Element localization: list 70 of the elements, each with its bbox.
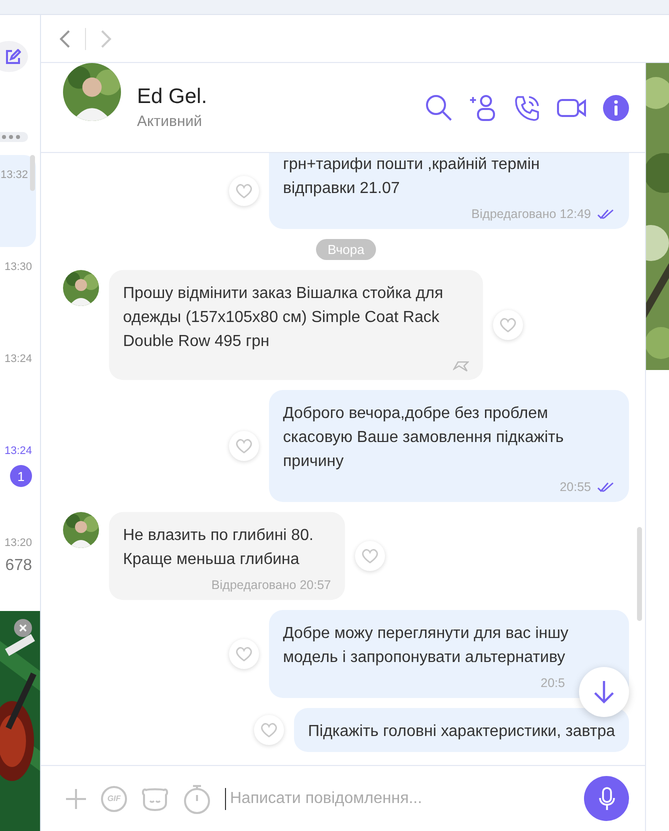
message-time: 20:5 xyxy=(540,676,565,690)
message-time: Відредаговано 20:57 xyxy=(211,578,331,592)
back-icon xyxy=(59,28,71,48)
call-button[interactable] xyxy=(513,94,541,122)
arrow-down-icon xyxy=(593,680,615,704)
reply-icon[interactable] xyxy=(453,360,469,372)
back-button[interactable] xyxy=(59,28,71,48)
compose-button[interactable] xyxy=(0,41,28,72)
message-text: Прошу відмінити заказ Вішалка стойка для одежды (157x105x80 см) Simple Coat Rack Double Row 495 грн xyxy=(123,284,444,352)
like-button[interactable] xyxy=(493,310,523,340)
heart-icon xyxy=(260,722,278,738)
heart-icon xyxy=(499,317,517,333)
unread-badge: 1 xyxy=(10,465,32,487)
message-text: грн+тарифи пошти ,крайній термін відправки 21.07 xyxy=(283,155,541,199)
chat-time: 13:20 xyxy=(4,537,32,549)
message-time: 20:55 xyxy=(560,480,591,494)
add-participant-button[interactable] xyxy=(469,94,497,122)
bear-face-icon xyxy=(141,786,169,812)
avatar xyxy=(63,270,99,306)
chat-preview: 678 xyxy=(5,557,32,575)
chat-time: 13:30 xyxy=(4,261,32,273)
info-button[interactable] xyxy=(603,94,629,120)
voice-message-button[interactable] xyxy=(584,776,629,821)
message-text: Добре можу переглянути для вас іншу модель і запропонувати альтернативу xyxy=(283,624,570,668)
contact-name: Ed Gel. xyxy=(137,85,208,109)
message-text: Підкажіть головні характеристики, завтра xyxy=(308,722,615,742)
chat-list-item[interactable]: 13:32 xyxy=(0,155,36,247)
phone-icon xyxy=(513,94,541,122)
message-text: Не влазить по глибині 80. Краще меньша глибина xyxy=(123,526,314,570)
search-icon xyxy=(425,94,453,122)
like-button[interactable] xyxy=(355,541,385,571)
date-separator: Вчора xyxy=(316,239,376,260)
add-button[interactable] xyxy=(65,788,87,810)
stopwatch-icon xyxy=(183,784,211,814)
timer-button[interactable] xyxy=(183,784,211,814)
chat-time: 13:24 xyxy=(4,353,32,365)
chat-list-item[interactable]: 13:24 1 xyxy=(0,431,40,523)
add-person-icon xyxy=(469,94,497,122)
like-button[interactable] xyxy=(254,715,284,745)
video-call-button[interactable] xyxy=(557,96,587,118)
message-time: Відредаговано 12:49 xyxy=(471,207,591,221)
heart-icon xyxy=(235,646,253,662)
chat-list-item[interactable]: 13:30 xyxy=(0,247,40,339)
chat-time: 13:24 xyxy=(4,445,32,457)
more-icon[interactable] xyxy=(0,132,28,142)
video-camera-icon xyxy=(557,96,587,118)
like-button[interactable] xyxy=(229,431,259,461)
info-icon xyxy=(603,94,629,120)
heart-icon xyxy=(235,183,253,199)
plus-icon xyxy=(65,788,87,810)
search-button[interactable] xyxy=(425,94,453,122)
chat-list-item[interactable]: 13:24 xyxy=(0,339,40,431)
scrollbar-thumb[interactable] xyxy=(637,527,642,621)
chat-time: 13:32 xyxy=(0,169,28,181)
edit-icon xyxy=(5,48,21,65)
microphone-icon xyxy=(598,786,616,810)
chat-list-item[interactable]: 13:20 678 xyxy=(0,523,40,615)
contact-status: Активний xyxy=(137,113,203,130)
like-button[interactable] xyxy=(229,176,259,206)
heart-icon xyxy=(235,438,253,454)
scrollbar-thumb[interactable] xyxy=(30,155,35,191)
gif-button[interactable]: GIF xyxy=(101,786,127,812)
forward-icon xyxy=(100,28,112,48)
sticker-button[interactable] xyxy=(141,786,169,812)
message-text: Доброго вечора,добре без проблем скасовую Ваше замовлення підкажіть причину xyxy=(283,404,565,472)
close-icon xyxy=(19,624,27,632)
like-button[interactable] xyxy=(229,639,259,669)
heart-icon xyxy=(361,548,379,564)
forward-button[interactable] xyxy=(100,28,112,48)
avatar xyxy=(63,512,99,548)
